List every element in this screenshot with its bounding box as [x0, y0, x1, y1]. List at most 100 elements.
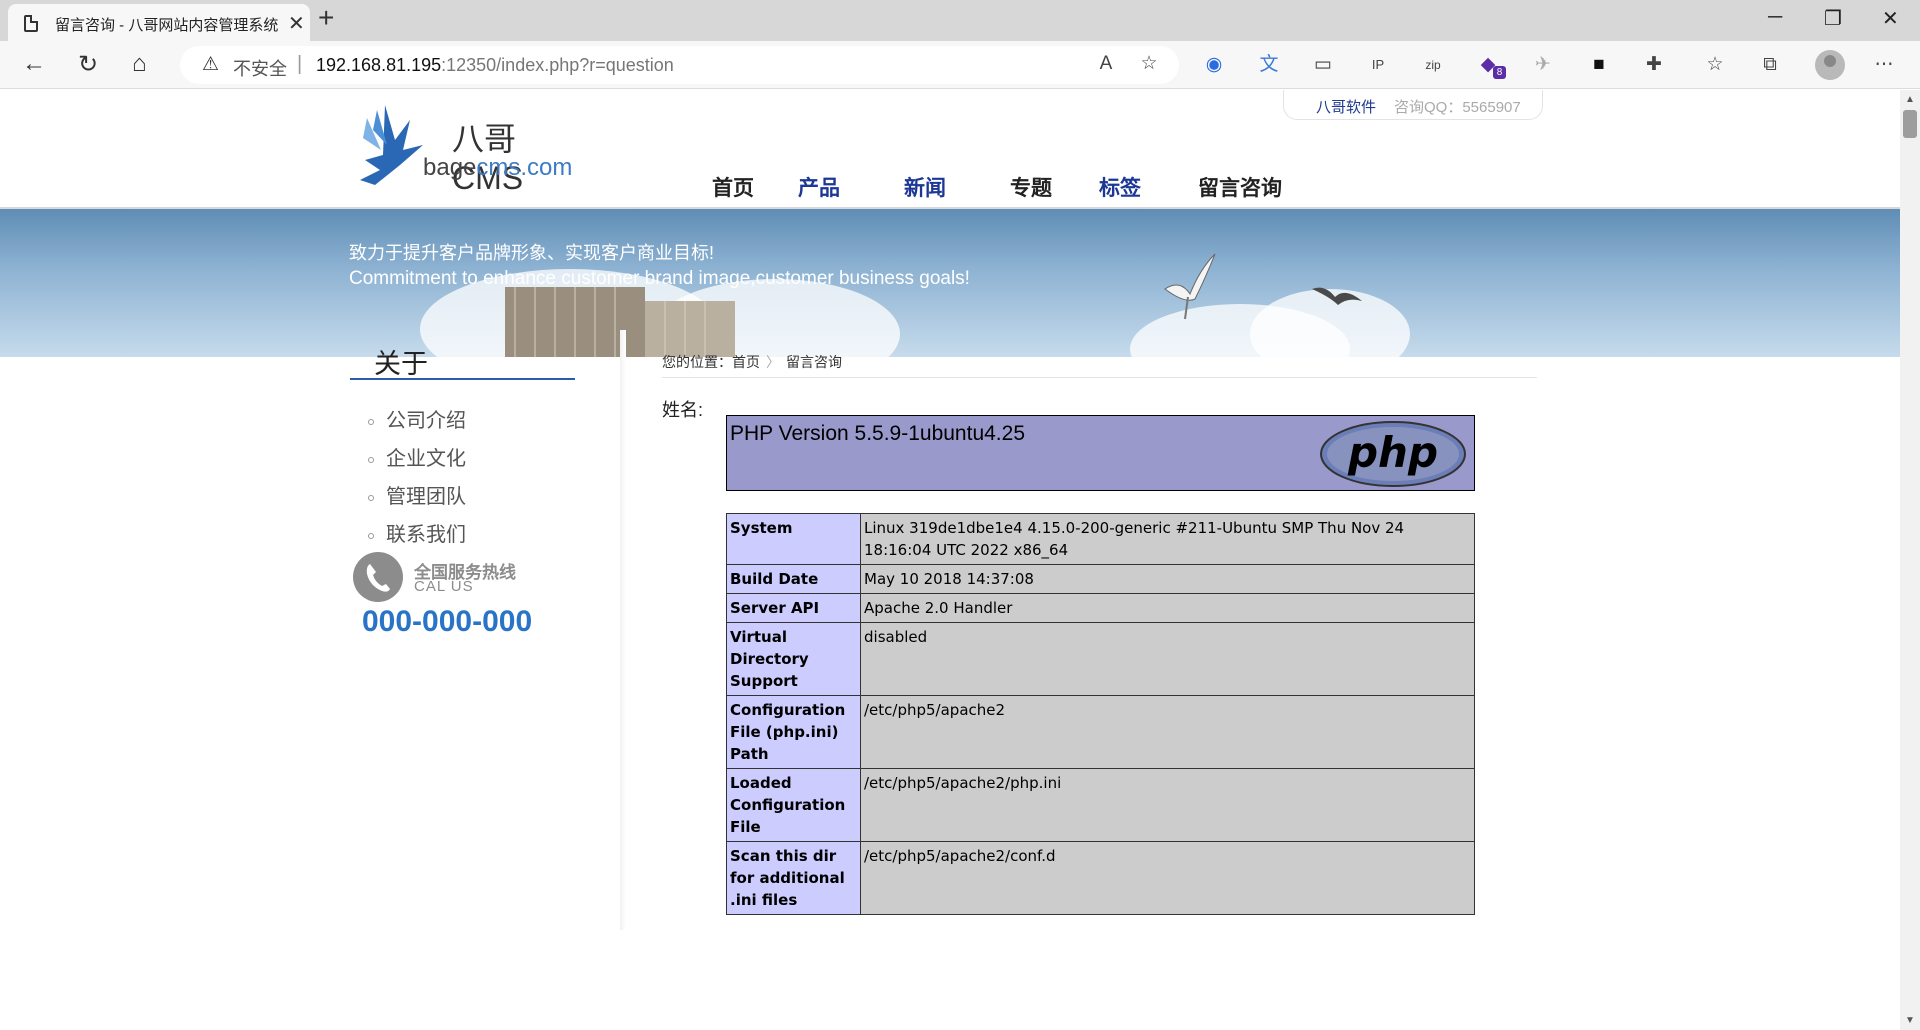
refresh-icon[interactable]: ↻ — [78, 50, 98, 79]
page-scrollbar[interactable]: ▲ ▼ — [1900, 90, 1920, 1030]
laptop-icon[interactable]: ▭ — [1310, 52, 1336, 78]
url-path: :12350/index.php?r=question — [441, 55, 674, 75]
nav-topics[interactable]: 专题 — [986, 170, 1076, 210]
bullet-icon — [368, 456, 374, 463]
home-icon[interactable]: ⌂ — [132, 50, 147, 78]
back-icon[interactable]: ← — [22, 50, 46, 78]
warning-icon[interactable]: ⚠ — [202, 53, 219, 76]
table-row: Loaded Configuration File /etc/php5/apac… — [726, 768, 1475, 842]
sidebar-title-underline — [350, 378, 575, 380]
breadcrumb-prefix: 您的位置： — [662, 354, 732, 370]
bird-logo-icon — [360, 105, 423, 185]
sidebar-item-label: 管理团队 — [386, 486, 466, 508]
sidebar-item-team[interactable]: 管理团队 — [368, 480, 466, 509]
bird-icon[interactable]: ✈ — [1530, 52, 1556, 78]
scroll-up-icon[interactable]: ▲ — [1905, 94, 1915, 105]
seagull-icon — [1312, 287, 1362, 305]
breadcrumb-home[interactable]: 首页 — [732, 354, 760, 370]
slogan-cn: 致力于提升客户品牌形象、实现客户商业目标! — [349, 243, 714, 263]
table-row: Scan this dir for additional .ini files … — [726, 841, 1475, 915]
scroll-down-icon[interactable]: ▼ — [1905, 1015, 1915, 1026]
phpinfo-key: System — [726, 513, 861, 565]
extension-g-icon[interactable]: ◉ — [1201, 52, 1227, 78]
puzzle-icon[interactable]: ✚ — [1641, 52, 1667, 78]
top-qq: 咨询QQ：5565907 — [1394, 99, 1521, 116]
table-row: Server API Apache 2.0 Handler — [726, 593, 1475, 623]
url-text[interactable]: 192.168.81.195:12350/index.php?r=questio… — [316, 55, 674, 76]
service-label-en: CAL US — [414, 578, 474, 595]
minimize-button[interactable]: ─ — [1768, 6, 1782, 29]
nav-home[interactable]: 首页 — [688, 170, 778, 210]
phpinfo-header: PHP Version 5.5.9-1ubuntu4.25 php — [726, 415, 1475, 491]
web-page: 八哥软件 咨询QQ：5565907 八哥CMS bagecms.com 首页 产… — [0, 90, 1900, 1030]
breadcrumb-divider — [662, 377, 1537, 378]
site-logo[interactable]: 八哥CMS bagecms.com — [355, 100, 585, 196]
breadcrumb-separator: 〉 — [766, 354, 780, 370]
phpinfo-key: Build Date — [726, 564, 861, 594]
hotline-number: 000-000-000 — [362, 605, 533, 638]
security-label[interactable]: 不安全 — [233, 55, 287, 81]
phpinfo-key: Virtual Directory Support — [726, 622, 861, 696]
banner: 致力于提升客户品牌形象、实现客户商业目标! Commitment to enha… — [0, 209, 1900, 357]
phpinfo-value: /etc/php5/apache2/conf.d — [860, 841, 1475, 915]
address-toolbar: ← ↻ ⌂ ⚠ 不安全 | 192.168.81.195:12350/index… — [0, 41, 1920, 89]
tab-close-icon[interactable]: ✕ — [288, 11, 305, 36]
phone-icon — [353, 552, 403, 602]
nav-message[interactable]: 留言咨询 — [1185, 170, 1295, 210]
logo-domain-post: cms.com — [476, 154, 573, 181]
nav-products[interactable]: 产品 — [774, 170, 864, 210]
name-label: 姓名: — [662, 400, 704, 420]
breadcrumb-current[interactable]: 留言咨询 — [786, 354, 842, 370]
bullet-icon — [368, 532, 374, 539]
sidebar-item-contact[interactable]: 联系我们 — [368, 518, 466, 547]
breadcrumb: 您的位置：首页〉留言咨询 — [662, 352, 842, 372]
zip-icon[interactable]: zip — [1420, 52, 1446, 78]
address-bar[interactable]: ⚠ 不安全 | 192.168.81.195:12350/index.php?r… — [180, 46, 1179, 84]
browser-tab-active[interactable]: 留言咨询 - 八哥网站内容管理系统 ✕ — [8, 4, 310, 41]
sidebar-title: 关于 — [374, 349, 428, 379]
php-logo-text: php — [1347, 428, 1438, 477]
main-nav: 首页 产品 新闻 专题 标签 留言咨询 — [688, 170, 1300, 210]
phpinfo-key: Server API — [726, 593, 861, 623]
phpinfo-value: disabled — [860, 622, 1475, 696]
profile-icon[interactable] — [1815, 50, 1845, 80]
slogan-en: Commitment to enhance customer brand ima… — [349, 268, 970, 289]
collections-icon[interactable]: ⧉ — [1757, 52, 1783, 78]
dark-extension-icon[interactable]: ■ — [1586, 52, 1612, 78]
nav-tags[interactable]: 标签 — [1075, 170, 1165, 210]
nav-news[interactable]: 新闻 — [880, 170, 970, 210]
top-link[interactable]: 八哥软件 — [1316, 96, 1376, 117]
translate-icon[interactable]: 文 — [1256, 52, 1282, 78]
phpinfo-value: Apache 2.0 Handler — [860, 593, 1475, 623]
phpinfo-key: Scan this dir for additional .ini files — [726, 841, 861, 915]
browser-tab-bar: 留言咨询 - 八哥网站内容管理系统 ✕ + ─ ❐ ✕ — [0, 0, 1920, 41]
read-aloud-icon[interactable]: A — [1093, 51, 1119, 77]
more-icon[interactable]: ⋯ — [1871, 52, 1897, 78]
url-host: 192.168.81.195 — [316, 55, 442, 75]
ip-icon[interactable]: IP — [1365, 52, 1391, 78]
php-version: PHP Version 5.5.9-1ubuntu4.25 — [730, 422, 1025, 445]
table-row: Virtual Directory Support disabled — [726, 622, 1475, 696]
sidebar-item-label: 企业文化 — [386, 448, 466, 470]
favorite-add-icon[interactable]: ☆ — [1136, 51, 1162, 77]
page-icon — [24, 15, 38, 32]
phpinfo-value: /etc/php5/apache2 — [860, 695, 1475, 769]
bullet-icon — [368, 418, 374, 425]
logo-domain: bagecms.com — [423, 154, 572, 182]
logo-domain-pre: bage — [423, 154, 477, 181]
restore-button[interactable]: ❐ — [1824, 6, 1842, 31]
favorites-icon[interactable]: ☆ — [1702, 52, 1728, 78]
phpinfo-key: Configuration File (php.ini) Path — [726, 695, 861, 769]
buildings-image — [505, 287, 735, 357]
phpinfo-value: /etc/php5/apache2/php.ini — [860, 768, 1475, 842]
sidebar-item-company[interactable]: 公司介绍 — [368, 404, 466, 433]
sidebar-item-culture[interactable]: 企业文化 — [368, 442, 466, 471]
new-tab-button[interactable]: + — [318, 2, 334, 34]
close-window-button[interactable]: ✕ — [1882, 6, 1899, 31]
scroll-thumb[interactable] — [1903, 110, 1917, 138]
table-row: Build Date May 10 2018 14:37:08 — [726, 564, 1475, 594]
php-logo-icon: php — [1320, 421, 1466, 487]
phpinfo-table: System Linux 319de1dbe1e4 4.15.0-200-gen… — [726, 513, 1475, 915]
column-divider — [620, 330, 626, 930]
url-separator: | — [297, 53, 303, 75]
